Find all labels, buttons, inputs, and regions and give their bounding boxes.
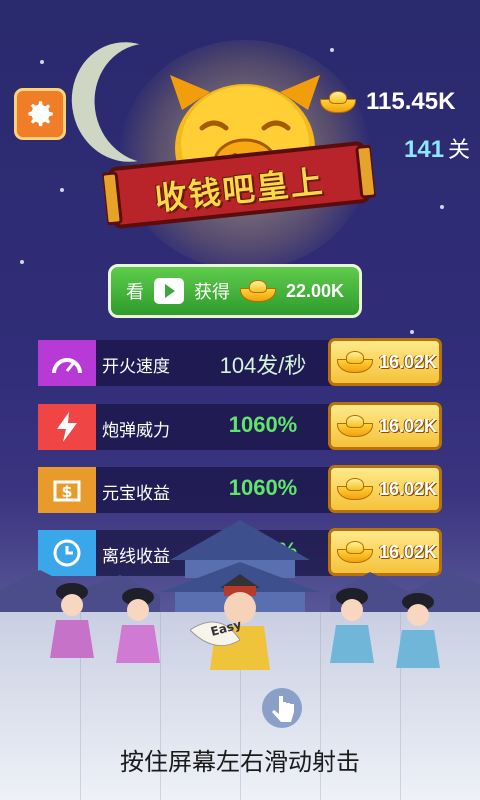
court-lady-character bbox=[396, 593, 440, 668]
star bbox=[40, 60, 44, 64]
gold-ingot-icon bbox=[337, 351, 373, 373]
upgrade-value: 104发/秒 bbox=[219, 353, 307, 378]
star bbox=[440, 205, 444, 209]
upgrade-value: 1060% bbox=[228, 475, 298, 500]
watch-ad-button[interactable]: 看 获得 22.00K bbox=[108, 264, 362, 318]
court-lady-character bbox=[330, 588, 374, 663]
upgrade-value: 1060% bbox=[228, 412, 298, 437]
official-character: Easy bbox=[190, 574, 270, 670]
star bbox=[60, 188, 64, 192]
instruction-hint: 按住屏幕左右滑动射击 bbox=[120, 748, 360, 776]
upgrade-buy-button[interactable]: 16.02K bbox=[328, 402, 442, 450]
gold-ingot-icon bbox=[337, 415, 373, 437]
upgrade-price: 16.02K bbox=[379, 478, 438, 499]
gold-ingot-icon bbox=[337, 478, 373, 500]
watch-ad-action: 获得 bbox=[193, 282, 230, 303]
settings-button[interactable] bbox=[14, 88, 66, 140]
level-indicator: 141 关 bbox=[404, 132, 470, 164]
tap-hand-icon bbox=[262, 688, 302, 728]
star bbox=[410, 330, 414, 334]
coin-total-value: 115.45K bbox=[366, 88, 456, 115]
svg-text:$: $ bbox=[61, 482, 72, 501]
upgrade-row-fire-speed: 开火速度 104发/秒 16.02K bbox=[38, 338, 442, 386]
gold-ingot-icon bbox=[239, 280, 276, 302]
gear-icon bbox=[28, 101, 53, 127]
court-lady-character bbox=[116, 588, 160, 663]
upgrade-name: 炮弹威力 bbox=[102, 421, 170, 441]
tv-play-icon bbox=[153, 278, 184, 304]
watch-ad-prefix: 看 bbox=[125, 282, 144, 303]
coin-total: 115.45K bbox=[320, 88, 455, 116]
upgrade-price: 16.02K bbox=[379, 415, 438, 436]
upgrade-name: 开火速度 bbox=[102, 357, 170, 377]
upgrade-price: 16.02K bbox=[379, 351, 438, 372]
speedometer-icon bbox=[38, 340, 96, 386]
upgrade-row-cannon-power: 炮弹威力 1060% 16.02K bbox=[38, 402, 442, 450]
watch-ad-reward: 22.00K bbox=[285, 280, 345, 301]
level-unit: 关 bbox=[448, 138, 471, 163]
star bbox=[330, 48, 334, 52]
upgrade-buy-button[interactable]: 16.02K bbox=[328, 338, 442, 386]
court-lady-character bbox=[50, 583, 94, 658]
level-number: 141 bbox=[404, 136, 445, 163]
star bbox=[20, 260, 24, 264]
lightning-icon bbox=[38, 404, 96, 450]
